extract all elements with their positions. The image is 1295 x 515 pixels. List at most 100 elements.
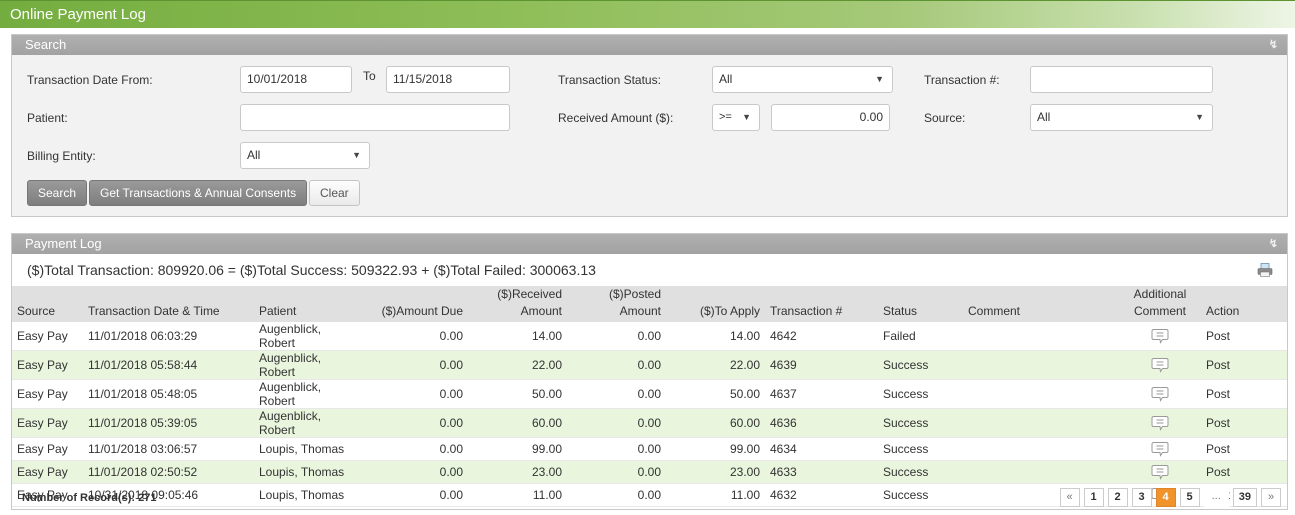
table-row[interactable]: Easy Pay 11/01/2018 05:48:05 Augenblick, R… bbox=[12, 379, 1287, 409]
table-row[interactable]: Easy Pay 11/01/2018 02:50:52 Loupis, Thoma… bbox=[12, 460, 1287, 484]
source-cell: Easy Pay bbox=[12, 322, 83, 351]
page-4-current[interactable]: 4 bbox=[1155, 488, 1176, 507]
table-row[interactable]: Easy Pay 11/01/2018 03:06:57 Loupis, Thoma… bbox=[12, 437, 1287, 461]
additional-comment-cell bbox=[1119, 460, 1201, 484]
double-chevron-down-icon[interactable]: ↯ bbox=[1269, 35, 1278, 55]
payment-log-header[interactable]: Payment Log ↯ bbox=[12, 234, 1287, 254]
posted-amount-cell: 0.00 bbox=[567, 460, 666, 484]
col-posted-amount[interactable]: ($)Posted Amount bbox=[567, 286, 666, 322]
comment-bubble-icon[interactable] bbox=[1151, 386, 1169, 402]
comment-bubble-icon[interactable] bbox=[1151, 415, 1169, 431]
col-status[interactable]: Status bbox=[878, 286, 963, 322]
comment-bubble-icon[interactable] bbox=[1151, 441, 1169, 457]
to-apply-cell: 23.00 bbox=[666, 460, 765, 484]
page-5[interactable]: 5 bbox=[1179, 488, 1200, 507]
received-amount-cell: 14.00 bbox=[468, 322, 567, 351]
post-action-link[interactable]: Post bbox=[1201, 460, 1287, 484]
additional-comment-cell bbox=[1119, 408, 1201, 438]
col-amount-due[interactable]: ($)Amount Due bbox=[364, 286, 468, 322]
post-action-link[interactable]: Post bbox=[1201, 322, 1287, 351]
additional-comment-cell bbox=[1119, 350, 1201, 380]
status-label: Transaction Status: bbox=[558, 73, 661, 87]
transaction-no-cell: 4637 bbox=[765, 379, 878, 409]
payment-log-title: Payment Log bbox=[25, 236, 102, 251]
col-transaction-no[interactable]: Transaction # bbox=[765, 286, 878, 322]
page-2[interactable]: 2 bbox=[1107, 488, 1128, 507]
billing-entity-select[interactable]: All bbox=[240, 142, 370, 169]
source-select[interactable]: All bbox=[1030, 104, 1213, 131]
print-icon[interactable] bbox=[1257, 263, 1273, 277]
amount-due-cell: 0.00 bbox=[364, 350, 468, 380]
double-chevron-down-icon[interactable]: ↯ bbox=[1269, 234, 1278, 254]
pagination: « 1 2 3 4 5 ... 39 » bbox=[1059, 488, 1281, 507]
received-amount-cell: 23.00 bbox=[468, 460, 567, 484]
received-amount-label: Received Amount ($): bbox=[558, 111, 674, 125]
search-button[interactable]: Search bbox=[27, 180, 88, 206]
amount-operator-select[interactable]: >= bbox=[712, 104, 760, 131]
datetime-cell: 11/01/2018 03:06:57 bbox=[83, 437, 254, 461]
clear-button[interactable]: Clear bbox=[309, 180, 360, 206]
posted-amount-cell: 0.00 bbox=[567, 322, 666, 351]
table-row[interactable]: Easy Pay 11/01/2018 05:39:05 Augenblick, R… bbox=[12, 408, 1287, 438]
col-received-amount[interactable]: ($)Received Amount bbox=[468, 286, 567, 322]
source-select-value: All bbox=[1037, 110, 1051, 124]
payment-log-panel: Payment Log ↯ ($)Total Transaction: 8099… bbox=[11, 233, 1288, 510]
amount-due-cell: 0.00 bbox=[364, 322, 468, 351]
patient-cell: Augenblick, Robert bbox=[254, 408, 364, 438]
pagination-prev[interactable]: « bbox=[1059, 488, 1080, 507]
page-3[interactable]: 3 bbox=[1131, 488, 1152, 507]
date-to-input[interactable]: 11/15/2018 bbox=[386, 66, 510, 93]
col-patient[interactable]: Patient bbox=[254, 286, 364, 322]
status-cell: Success bbox=[878, 408, 963, 438]
status-cell: Failed bbox=[878, 322, 963, 351]
to-apply-cell: 22.00 bbox=[666, 350, 765, 380]
post-action-link[interactable]: Post bbox=[1201, 408, 1287, 438]
datetime-cell: 11/01/2018 02:50:52 bbox=[83, 460, 254, 484]
transaction-no-cell: 4639 bbox=[765, 350, 878, 380]
table-row[interactable]: Easy Pay 11/01/2018 06:03:29 Augenblick, R… bbox=[12, 322, 1287, 351]
col-source[interactable]: Source bbox=[12, 286, 83, 322]
transaction-no-input[interactable] bbox=[1030, 66, 1213, 93]
to-apply-cell: 99.00 bbox=[666, 437, 765, 461]
comment-cell bbox=[963, 322, 1119, 351]
posted-amount-cell: 0.00 bbox=[567, 483, 666, 507]
to-apply-cell: 11.00 bbox=[666, 483, 765, 507]
amount-due-cell: 0.00 bbox=[364, 483, 468, 507]
status-select[interactable]: All bbox=[712, 66, 893, 93]
patient-input[interactable] bbox=[240, 104, 510, 131]
page-1[interactable]: 1 bbox=[1083, 488, 1104, 507]
col-to-apply[interactable]: ($)To Apply bbox=[666, 286, 765, 322]
received-amount-cell: 11.00 bbox=[468, 483, 567, 507]
status-cell: Success bbox=[878, 460, 963, 484]
comment-bubble-icon[interactable] bbox=[1151, 328, 1169, 344]
patient-label: Patient: bbox=[27, 111, 68, 125]
received-amount-cell: 99.00 bbox=[468, 437, 567, 461]
comment-bubble-icon[interactable] bbox=[1151, 464, 1169, 480]
billing-entity-value: All bbox=[247, 148, 261, 162]
billing-entity-label: Billing Entity: bbox=[27, 149, 96, 163]
totals-summary: ($)Total Transaction: 809920.06 = ($)Tot… bbox=[27, 262, 596, 278]
patient-cell: Augenblick, Robert bbox=[254, 379, 364, 409]
page-last[interactable]: 39 bbox=[1232, 488, 1257, 507]
table-row[interactable]: Easy Pay 11/01/2018 05:58:44 Augenblick, R… bbox=[12, 350, 1287, 380]
transaction-no-cell: 4636 bbox=[765, 408, 878, 438]
comment-bubble-icon[interactable] bbox=[1151, 357, 1169, 373]
post-action-link[interactable]: Post bbox=[1201, 437, 1287, 461]
col-comment[interactable]: Comment bbox=[963, 286, 1119, 322]
patient-cell: Loupis, Thomas bbox=[254, 437, 364, 461]
received-amount-input[interactable]: 0.00 bbox=[771, 104, 890, 131]
post-action-link[interactable]: Post bbox=[1201, 350, 1287, 380]
col-datetime[interactable]: Transaction Date & Time bbox=[83, 286, 254, 322]
patient-cell: Loupis, Thomas bbox=[254, 483, 364, 507]
source-cell: Easy Pay bbox=[12, 460, 83, 484]
transaction-no-cell: 4642 bbox=[765, 322, 878, 351]
col-additional-comment[interactable]: Additional Comment bbox=[1119, 286, 1201, 322]
get-transactions-button[interactable]: Get Transactions & Annual Consents bbox=[89, 180, 308, 206]
amount-due-cell: 0.00 bbox=[364, 408, 468, 438]
date-from-input[interactable]: 10/01/2018 bbox=[240, 66, 352, 93]
date-to-label: To bbox=[363, 69, 376, 83]
post-action-link[interactable]: Post bbox=[1201, 379, 1287, 409]
pagination-next[interactable]: » bbox=[1261, 488, 1281, 507]
search-panel-header[interactable]: Search ↯ bbox=[12, 35, 1287, 55]
col-action[interactable]: Action bbox=[1201, 286, 1287, 322]
